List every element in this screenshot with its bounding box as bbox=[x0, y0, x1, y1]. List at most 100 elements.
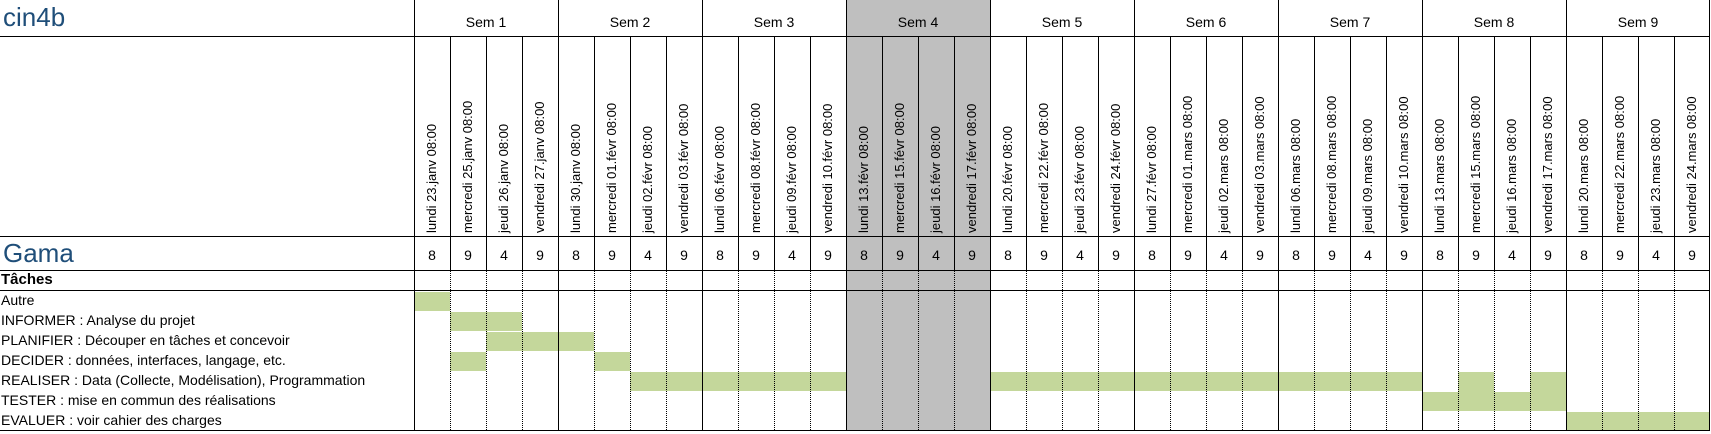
day-header: jeudi 02.févr 08:00 bbox=[640, 126, 655, 233]
grid-line bbox=[1170, 36, 1171, 270]
grid-line bbox=[954, 270, 955, 430]
task-bar bbox=[1566, 412, 1602, 431]
day-hours: 9 bbox=[896, 247, 904, 263]
day-header: jeudi 23.févr 08:00 bbox=[1072, 126, 1087, 233]
grid-line bbox=[558, 0, 559, 430]
grid-line bbox=[1350, 36, 1351, 270]
task-bar bbox=[1026, 372, 1062, 391]
task-bar bbox=[1206, 372, 1242, 391]
day-hours: 8 bbox=[716, 247, 724, 263]
grid-line bbox=[774, 36, 775, 270]
grid-line bbox=[1458, 270, 1459, 430]
day-header: lundi 13.mars 08:00 bbox=[1432, 118, 1447, 233]
grid-line bbox=[630, 36, 631, 270]
week-label-6: Sem 6 bbox=[1185, 14, 1227, 30]
grid-line bbox=[1530, 36, 1531, 270]
task-label: TESTER : mise en commun des réalisations bbox=[1, 392, 276, 408]
week-label-1: Sem 1 bbox=[465, 14, 507, 30]
week-label-3: Sem 3 bbox=[753, 14, 795, 30]
day-hours: 4 bbox=[1652, 247, 1660, 263]
task-bar bbox=[1638, 412, 1674, 431]
grid-line bbox=[1242, 270, 1243, 430]
task-bar bbox=[1602, 412, 1638, 431]
day-header: jeudi 16.févr 08:00 bbox=[928, 126, 943, 233]
task-label: PLANIFIER : Découper en tâches et concev… bbox=[1, 332, 290, 348]
task-label: DECIDER : données, interfaces, langage, … bbox=[1, 352, 286, 368]
task-label: REALISER : Data (Collecte, Modélisation)… bbox=[1, 372, 366, 388]
grid-line bbox=[1602, 36, 1603, 270]
day-hours: 4 bbox=[1364, 247, 1372, 263]
grid-line bbox=[0, 36, 1710, 37]
grid-line bbox=[594, 270, 595, 430]
tasks-header: Tâches bbox=[1, 271, 53, 288]
project-title: cin4b bbox=[3, 2, 66, 32]
task-bar bbox=[1494, 392, 1530, 411]
grid-line bbox=[1638, 36, 1639, 270]
grid-line bbox=[450, 36, 451, 270]
task-bar bbox=[702, 372, 738, 391]
team-title: Gama bbox=[3, 238, 74, 268]
day-hours: 8 bbox=[1580, 247, 1588, 263]
day-header: jeudi 23.mars 08:00 bbox=[1648, 118, 1663, 233]
day-header: mercredi 08.févr 08:00 bbox=[748, 102, 763, 233]
day-hours: 9 bbox=[608, 247, 616, 263]
task-bar bbox=[450, 352, 486, 371]
grid-line bbox=[666, 36, 667, 270]
task-bar bbox=[1062, 372, 1098, 391]
grid-line bbox=[0, 430, 1710, 431]
day-hours: 9 bbox=[536, 247, 544, 263]
grid-line bbox=[0, 270, 1710, 271]
day-header: jeudi 09.mars 08:00 bbox=[1360, 118, 1375, 233]
grid-line bbox=[738, 270, 739, 430]
task-bar bbox=[1530, 372, 1566, 392]
task-bar bbox=[1242, 372, 1278, 391]
task-bar bbox=[414, 292, 450, 311]
day-hours: 8 bbox=[860, 247, 868, 263]
day-hours: 9 bbox=[1688, 247, 1696, 263]
day-hours: 9 bbox=[1040, 247, 1048, 263]
grid-line bbox=[1566, 0, 1567, 430]
day-header: vendredi 17.mars 08:00 bbox=[1540, 96, 1555, 233]
day-hours: 9 bbox=[1328, 247, 1336, 263]
grid-line bbox=[1350, 270, 1351, 430]
grid-line bbox=[522, 270, 523, 430]
day-header: lundi 06.mars 08:00 bbox=[1288, 118, 1303, 233]
day-header: vendredi 17.févr 08:00 bbox=[964, 103, 979, 233]
day-hours: 8 bbox=[1292, 247, 1300, 263]
grid-line bbox=[594, 36, 595, 270]
day-header: vendredi 10.févr 08:00 bbox=[820, 103, 835, 233]
task-bar bbox=[1350, 372, 1386, 391]
day-hours: 9 bbox=[1112, 247, 1120, 263]
grid-line bbox=[1709, 0, 1710, 430]
day-header: mercredi 01.mars 08:00 bbox=[1180, 95, 1195, 233]
day-header: vendredi 27.janv 08:00 bbox=[532, 101, 547, 233]
grid-line bbox=[522, 36, 523, 270]
grid-line bbox=[1098, 36, 1099, 270]
week-label-8: Sem 8 bbox=[1473, 14, 1515, 30]
task-bar bbox=[594, 352, 630, 371]
day-hours: 8 bbox=[428, 247, 436, 263]
grid-line bbox=[666, 270, 667, 430]
day-header: mercredi 01.févr 08:00 bbox=[604, 102, 619, 233]
day-hours: 4 bbox=[788, 247, 796, 263]
grid-line bbox=[1242, 36, 1243, 270]
day-header: mercredi 25.janv 08:00 bbox=[460, 100, 475, 233]
day-hours: 9 bbox=[1616, 247, 1624, 263]
grid-line bbox=[1062, 270, 1063, 430]
task-label: EVALUER : voir cahier des charges bbox=[1, 412, 222, 428]
day-header: lundi 30.janv 08:00 bbox=[568, 123, 583, 233]
task-bar bbox=[486, 332, 522, 351]
day-header: lundi 20.févr 08:00 bbox=[1000, 126, 1015, 233]
day-header: vendredi 03.févr 08:00 bbox=[676, 103, 691, 233]
grid-line bbox=[846, 0, 847, 430]
grid-line bbox=[1170, 270, 1171, 430]
grid-line bbox=[0, 236, 1710, 237]
day-hours: 4 bbox=[1508, 247, 1516, 263]
day-header: lundi 13.févr 08:00 bbox=[856, 126, 871, 233]
day-header: lundi 20.mars 08:00 bbox=[1576, 118, 1591, 233]
grid-line bbox=[738, 36, 739, 270]
grid-line bbox=[1278, 0, 1279, 430]
task-bar bbox=[1422, 392, 1458, 411]
day-hours: 4 bbox=[1076, 247, 1084, 263]
task-bar bbox=[450, 312, 486, 331]
